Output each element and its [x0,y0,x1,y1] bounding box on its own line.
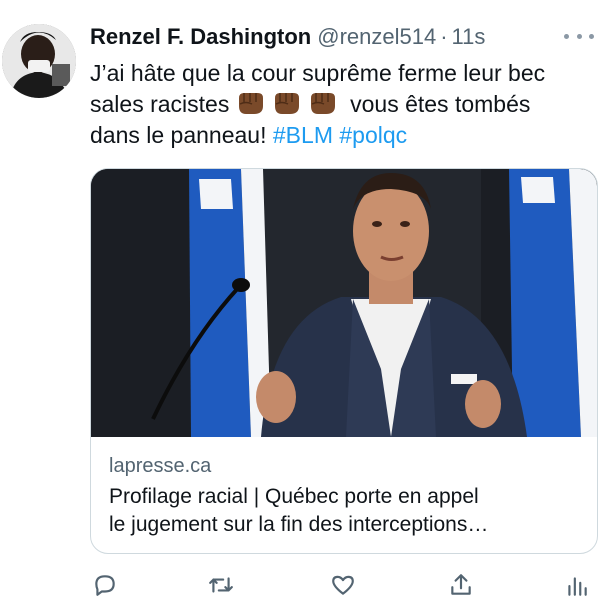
card-title-line: Profilage racial | Québec porte en appel [109,485,479,508]
raised-fist-icon [236,90,266,116]
share-icon [451,574,471,595]
like-icon [332,575,354,595]
user-handle[interactable]: @renzel514 [317,24,436,49]
more-dot-icon [589,33,594,39]
reply-button[interactable] [88,568,122,602]
more-options-button[interactable] [564,26,594,46]
avatar[interactable] [2,24,76,98]
card-domain: lapresse.ca [109,455,212,477]
card-title-line: le jugement sur la fin des interceptions… [109,513,489,536]
hashtag-link[interactable]: #BLM [273,122,333,148]
analytics-icon [568,577,587,596]
hashtag-link[interactable]: #polqc [339,122,407,148]
tweet-actions [88,568,600,604]
link-preview-card[interactable]: lapresse.ca Profilage racial | Québec po… [90,168,598,554]
retweet-icon [209,577,233,593]
tweet-text-segment: dans le panneau! [90,122,267,148]
avatar-image [2,24,76,98]
like-button[interactable] [326,568,360,602]
tweet-text-segment: vous êtes tombés [350,91,531,117]
timestamp[interactable]: 11s [452,24,486,49]
analytics-button[interactable] [560,568,594,602]
tweet-header: Renzel F. Dashington @renzel514 · 11s [90,24,590,52]
card-meta: lapresse.ca Profilage racial | Québec po… [109,453,589,539]
more-dot-icon [576,33,582,39]
tweet-text-line: J’ai hâte que la cour suprême ferme leur… [90,60,546,86]
more-dot-icon [564,33,569,39]
tweet[interactable]: Renzel F. Dashington @renzel514 · 11s J’ai … [0,0,600,606]
tweet-text: J’ai hâte que la cour suprême ferme leur… [90,58,595,151]
retweet-button[interactable] [204,568,238,602]
display-name[interactable]: Renzel F. Dashington [90,24,311,49]
tweet-text-line: sales racistes vous êtes tombés [90,89,595,120]
tweet-text-line: dans le panneau! #BLM #polqc [90,120,595,151]
reply-icon [95,575,115,596]
raised-fist-icon [308,90,338,116]
raised-fist-icon [272,90,302,116]
tweet-text-segment: sales racistes [90,91,230,117]
separator-dot: · [440,24,448,49]
card-image[interactable] [91,169,597,437]
share-button[interactable] [444,568,478,602]
card-title[interactable]: Profilage racial | Québec porte en appel… [109,483,589,539]
